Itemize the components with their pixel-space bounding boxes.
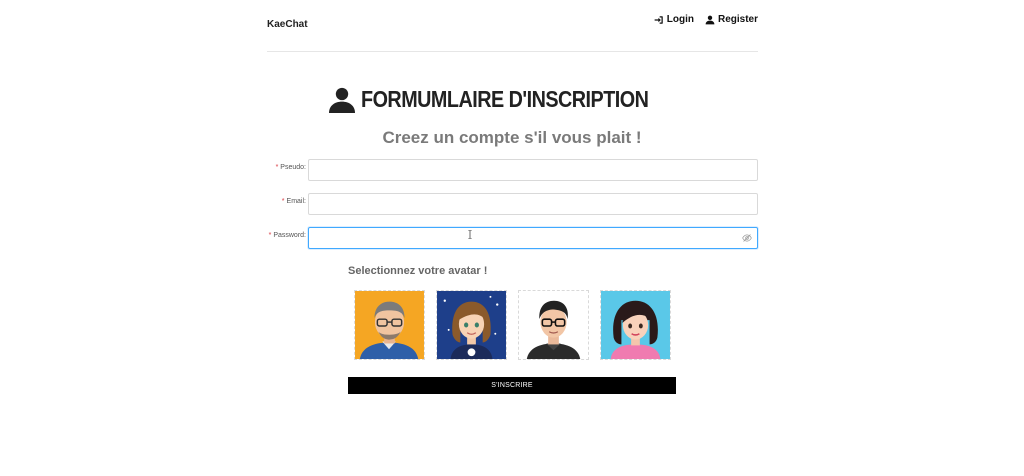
page-title: FORMUMLAIRE D'INSCRIPTION [0, 86, 1024, 113]
man-glasses-avatar [355, 291, 424, 359]
login-label: Login [666, 14, 694, 25]
pseudo-row: * Pseudo: [262, 159, 758, 181]
avatar-option-3[interactable] [518, 290, 589, 360]
login-icon [654, 15, 663, 24]
page-title-text: FORMUMLAIRE D'INSCRIPTION [360, 86, 649, 112]
text-cursor-icon [468, 230, 472, 239]
navbar: KaeChat Login Register [267, 0, 758, 52]
required-mark: * [268, 232, 272, 239]
avatar-selector [354, 290, 671, 360]
woman-black-hair-avatar [601, 291, 670, 359]
password-label: * Password: [268, 232, 306, 239]
man-dark-glasses-avatar [519, 291, 588, 359]
eye-invisible-icon[interactable] [742, 233, 752, 243]
signup-button[interactable]: S'INSCRIRE [348, 377, 676, 394]
register-label: Register [717, 14, 758, 25]
brand-logo[interactable]: KaeChat [267, 19, 308, 30]
pseudo-label-text: Pseudo [280, 164, 305, 171]
user-icon [328, 87, 355, 113]
required-mark: * [275, 164, 279, 171]
login-link[interactable]: Login [654, 14, 694, 25]
password-label-text: Password [273, 232, 305, 239]
page-subtitle: Creez un compte s'il vous plait ! [382, 128, 642, 147]
required-mark: * [281, 198, 285, 205]
email-row: * Email: [262, 193, 758, 215]
email-label: * Email: [281, 198, 306, 205]
user-icon [705, 15, 715, 24]
nav-links: Login Register [654, 14, 758, 25]
avatar-option-1[interactable] [354, 290, 425, 360]
avatar-heading: Selectionnez votre avatar ! [348, 265, 488, 277]
woman-brown-hair-avatar [437, 291, 506, 359]
password-row: * Password: [262, 227, 758, 249]
email-input[interactable] [308, 193, 758, 215]
avatar-option-4[interactable] [600, 290, 671, 360]
pseudo-label: * Pseudo: [275, 164, 306, 171]
password-input[interactable] [308, 227, 758, 249]
email-label-text: Email [286, 198, 305, 205]
register-link[interactable]: Register [705, 14, 758, 25]
avatar-option-2[interactable] [436, 290, 507, 360]
pseudo-input[interactable] [308, 159, 758, 181]
